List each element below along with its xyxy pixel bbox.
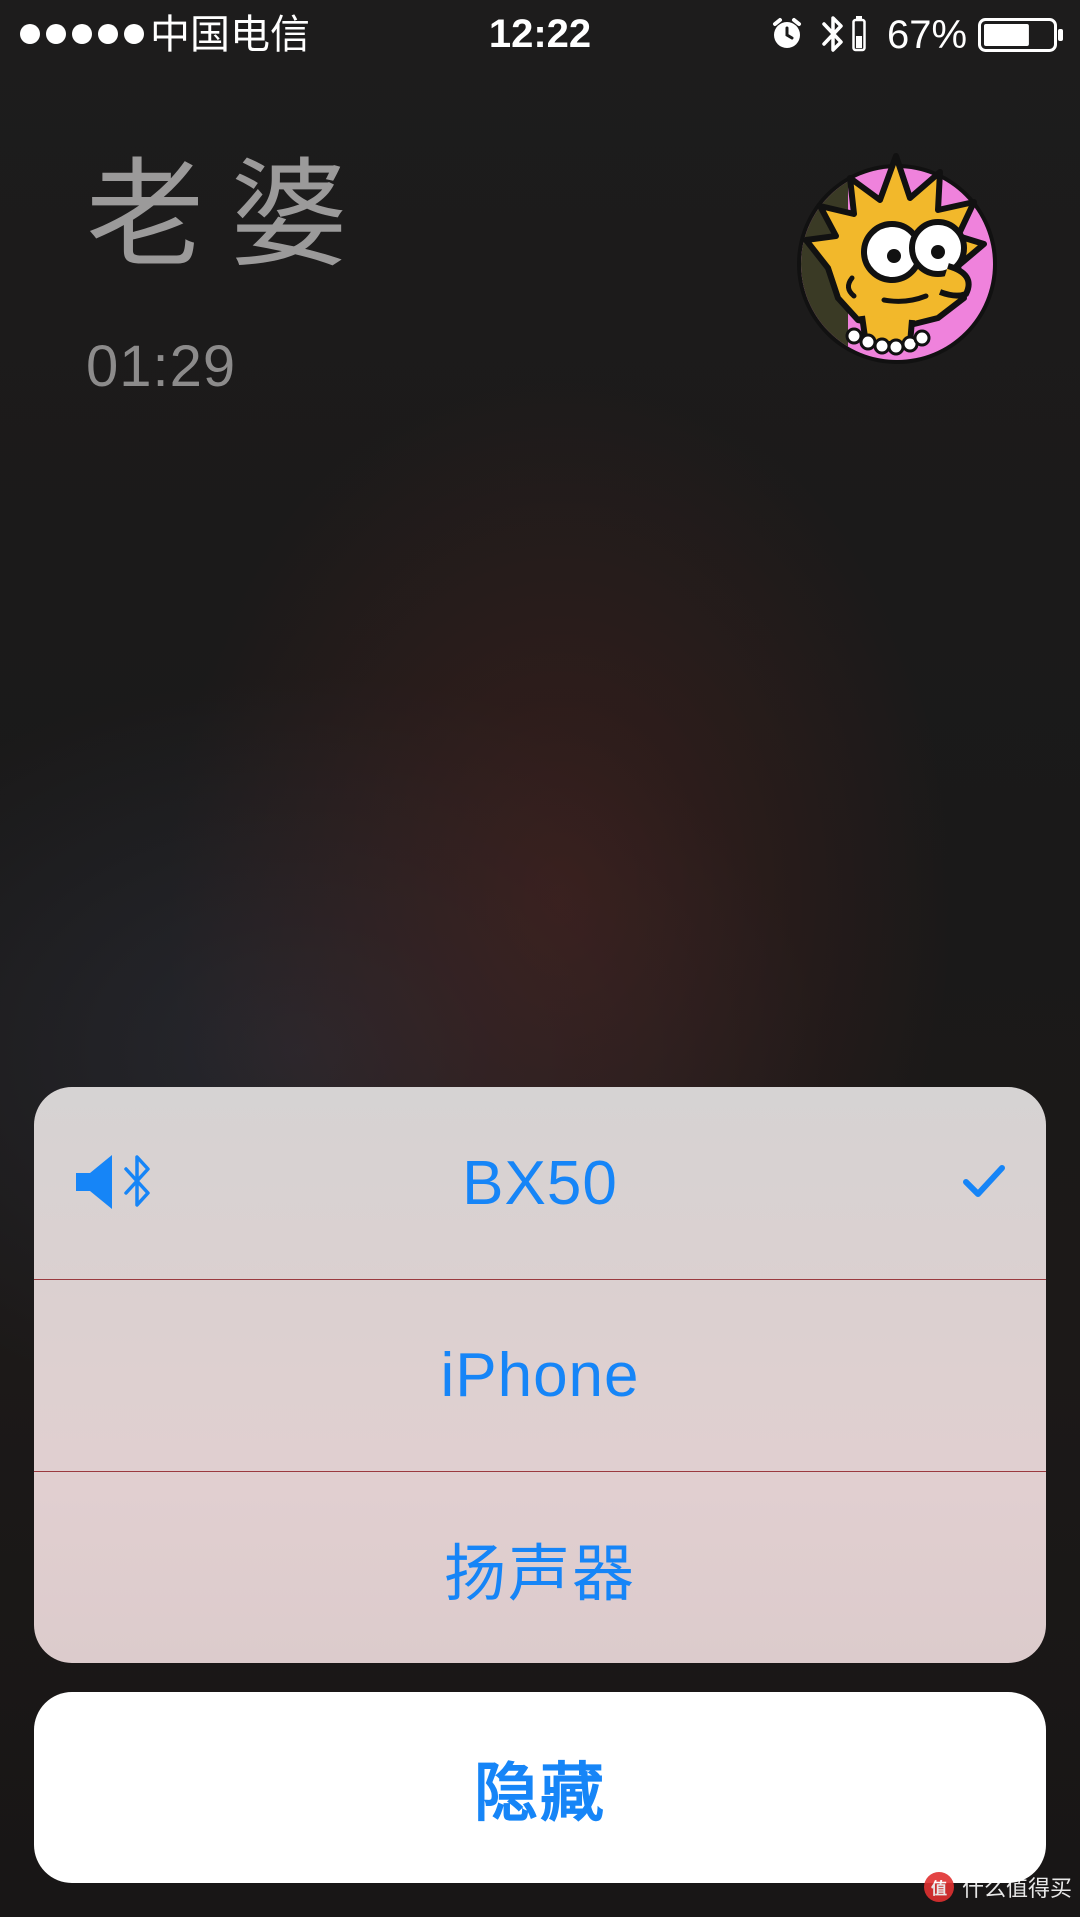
route-option-iphone[interactable]: iPhone xyxy=(34,1279,1046,1471)
watermark-text: 什么值得买 xyxy=(961,1877,1072,1902)
watermark: 值 什么值得买 xyxy=(923,1871,1072,1903)
route-option-speaker[interactable]: 扬声器 xyxy=(34,1471,1046,1663)
call-duration: 01:29 xyxy=(86,334,237,399)
battery-fill xyxy=(984,24,1029,46)
battery-percent: 67% xyxy=(887,13,968,57)
speaker-bluetooth-icon xyxy=(76,1155,150,1209)
bluetooth-icon xyxy=(822,16,843,52)
watermark-logo: 值 xyxy=(923,1872,954,1902)
cartoon-avatar-icon xyxy=(797,153,997,364)
battery-icon xyxy=(978,18,1063,52)
route-label-bx50: BX50 xyxy=(462,1148,618,1218)
audio-route-sheet: BX50 iPhone 扬声器 xyxy=(34,1087,1046,1663)
route-option-bx50[interactable]: BX50 xyxy=(34,1087,1046,1279)
caller-name: 老婆 xyxy=(86,146,375,284)
route-label-iphone: iPhone xyxy=(440,1341,640,1410)
status-bar: 中国电信 12:22 67% xyxy=(0,0,1080,70)
alarm-clock-icon xyxy=(773,18,801,48)
hide-button[interactable]: 隐藏 xyxy=(34,1692,1046,1883)
checkmark-icon xyxy=(963,1165,1005,1197)
route-label-speaker: 扬声器 xyxy=(443,1536,636,1610)
headset-battery-icon xyxy=(852,16,866,52)
